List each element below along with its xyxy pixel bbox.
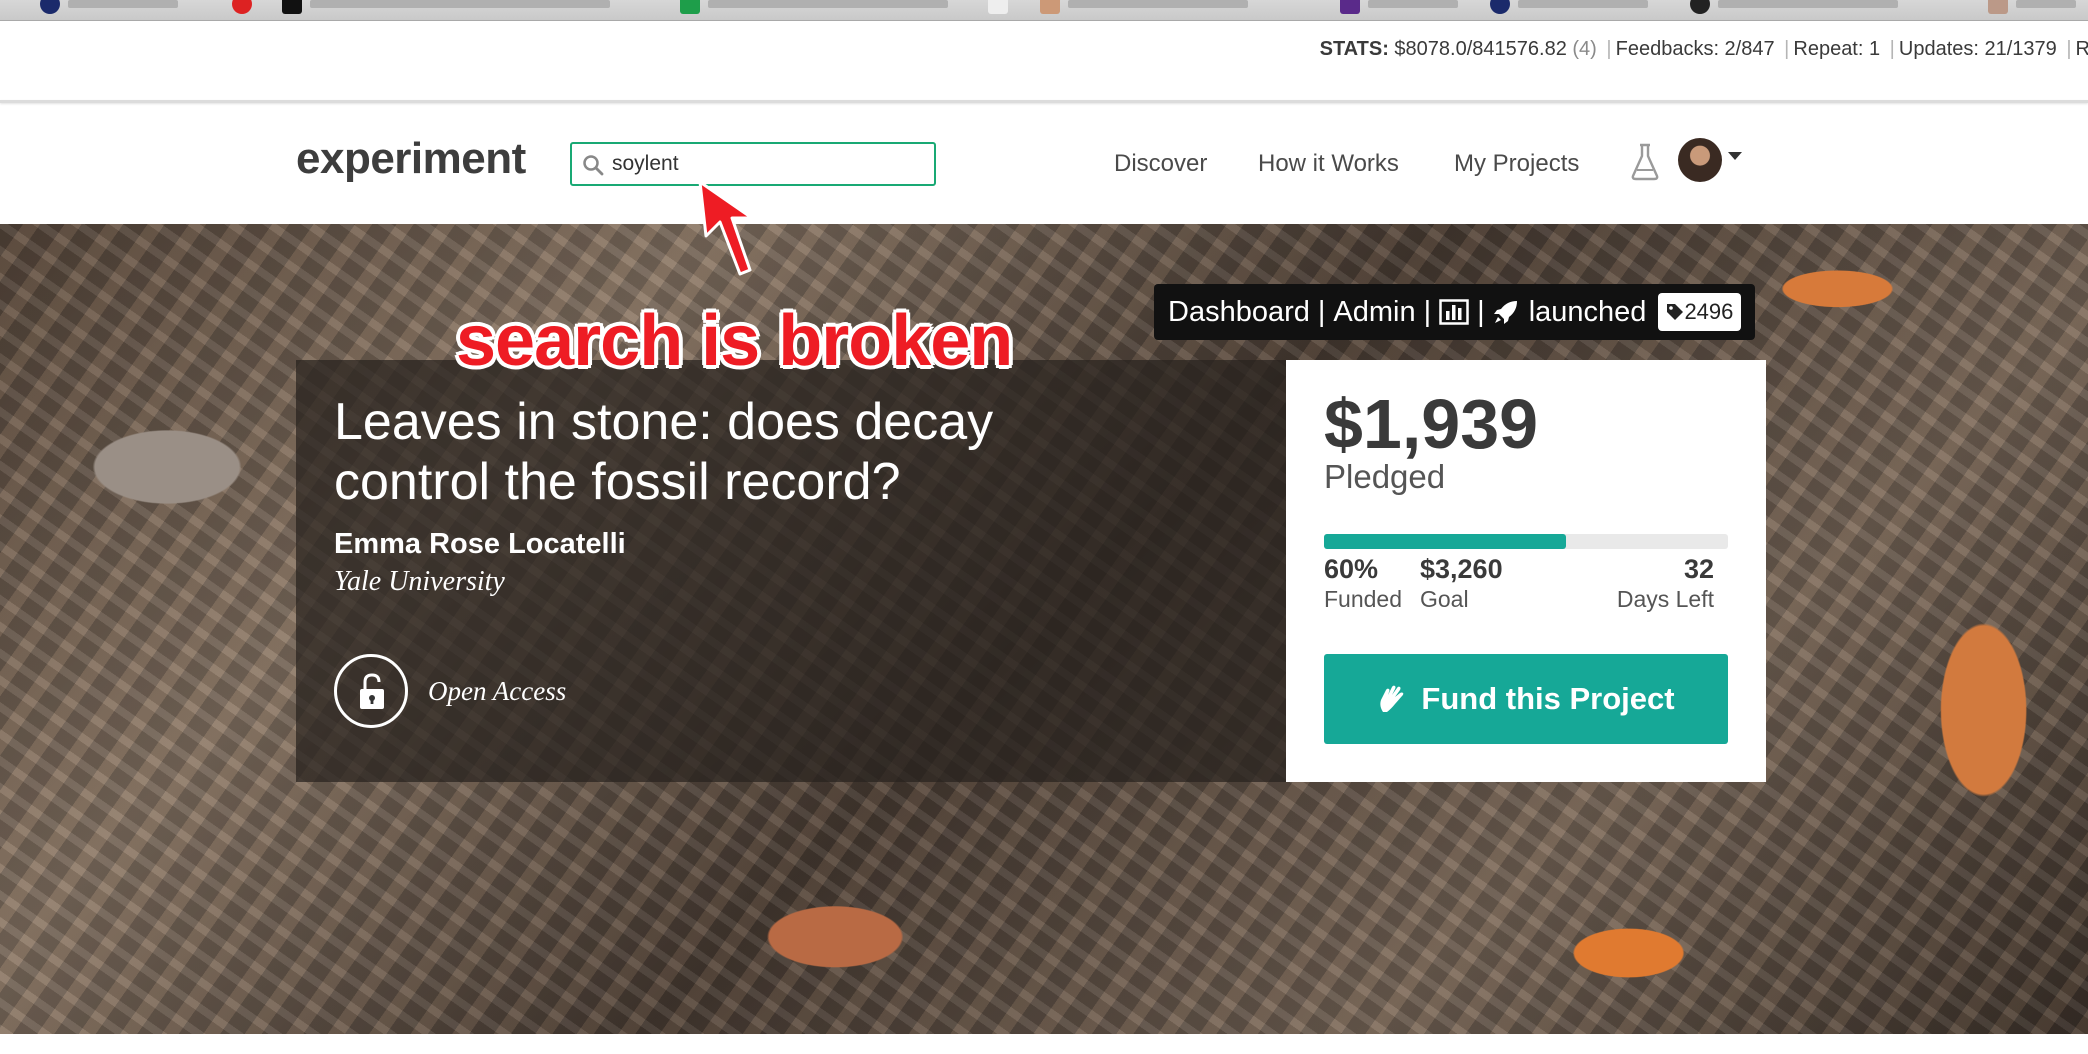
admin-link[interactable]: Admin — [1333, 296, 1415, 329]
bookmark[interactable] — [680, 0, 948, 14]
funded-percent: 60% — [1324, 554, 1379, 584]
funding-progress-bar — [1324, 534, 1728, 549]
divider: | — [1317, 295, 1326, 328]
pledged-amount: $1,939 — [1324, 385, 1539, 463]
bookmark[interactable] — [232, 0, 252, 14]
bookmark[interactable] — [1490, 0, 1648, 14]
bookmarks-bar — [0, 0, 2088, 21]
fund-project-button[interactable]: Fund this Project — [1324, 654, 1728, 744]
bookmark[interactable] — [282, 0, 610, 14]
admin-bar: Dashboard | Admin | | launched 2496 — [1154, 284, 1756, 340]
goal-label: Goal — [1420, 586, 1469, 612]
divider: | — [1477, 295, 1485, 328]
user-avatar[interactable] — [1678, 138, 1722, 182]
rocket-icon — [1493, 301, 1517, 324]
days-left-value: 32 — [1683, 554, 1714, 584]
stats-money-count: (4) — [1572, 38, 1597, 60]
bar-chart-icon[interactable] — [1439, 299, 1469, 325]
flask-icon[interactable] — [1630, 142, 1660, 182]
tag-badge[interactable]: 2496 — [1658, 293, 1742, 331]
bookmark[interactable] — [1690, 0, 1898, 14]
dashboard-link[interactable]: Dashboard — [1168, 296, 1310, 329]
bookmark[interactable] — [1988, 0, 2076, 14]
bookmark[interactable] — [1040, 0, 1248, 14]
bookmark[interactable] — [1340, 0, 1458, 14]
divider: | — [1606, 38, 1612, 60]
goal-amount: $3,260 — [1420, 554, 1503, 584]
divider: | — [1423, 295, 1432, 328]
site-logo[interactable]: experiment — [296, 134, 526, 184]
stats-feedbacks: Feedbacks: 2/847 — [1615, 38, 1775, 60]
tag-icon — [1667, 304, 1684, 320]
pledged-label: Pledged — [1324, 458, 1446, 495]
stats-money: $8078.0/841576.82 — [1394, 38, 1567, 60]
fund-button-label: Fund this Project — [1421, 681, 1675, 716]
annotation-arrow-icon — [698, 180, 754, 276]
nav-how-it-works[interactable]: How it Works — [1258, 150, 1399, 178]
divider: | — [1784, 38, 1790, 60]
chevron-down-icon[interactable] — [1728, 152, 1742, 160]
open-access-label: Open Access — [428, 676, 567, 706]
bookmark[interactable] — [988, 0, 1008, 14]
divider: | — [2066, 38, 2072, 60]
search-icon — [583, 155, 604, 176]
stats-bar: STATS: $8078.0/841576.82 (4) | Feedbacks:… — [1320, 38, 2088, 64]
bookmark[interactable] — [40, 0, 178, 14]
nav-discover[interactable]: Discover — [1114, 150, 1207, 178]
funded-label: Funded — [1324, 586, 1403, 612]
stats-trailing: R — [2075, 38, 2088, 60]
hand-icon — [1380, 685, 1404, 712]
divider: | — [1889, 38, 1895, 60]
stats-repeat: Repeat: 1 — [1793, 38, 1881, 60]
stats-updates: Updates: 21/1379 — [1898, 38, 2057, 60]
project-institution: Yale University — [334, 566, 505, 597]
stats-label: STATS: — [1319, 38, 1389, 60]
nav-my-projects[interactable]: My Projects — [1454, 150, 1579, 178]
tag-count: 2496 — [1684, 299, 1734, 324]
project-title: Leaves in stone: does decay control the … — [334, 393, 994, 511]
funding-progress-fill — [1324, 534, 1567, 549]
project-author[interactable]: Emma Rose Locatelli — [334, 528, 626, 561]
stats-divider — [0, 100, 2088, 103]
search-input[interactable] — [612, 148, 922, 180]
annotation-text: search is broken — [456, 301, 1013, 381]
days-left-label: Days Left — [1616, 586, 1714, 612]
funding-card: $1,939 Pledged 60% Funded $3,260 Goal 32… — [1286, 360, 1766, 782]
open-access-icon — [334, 654, 408, 728]
status-label: launched — [1528, 295, 1647, 328]
